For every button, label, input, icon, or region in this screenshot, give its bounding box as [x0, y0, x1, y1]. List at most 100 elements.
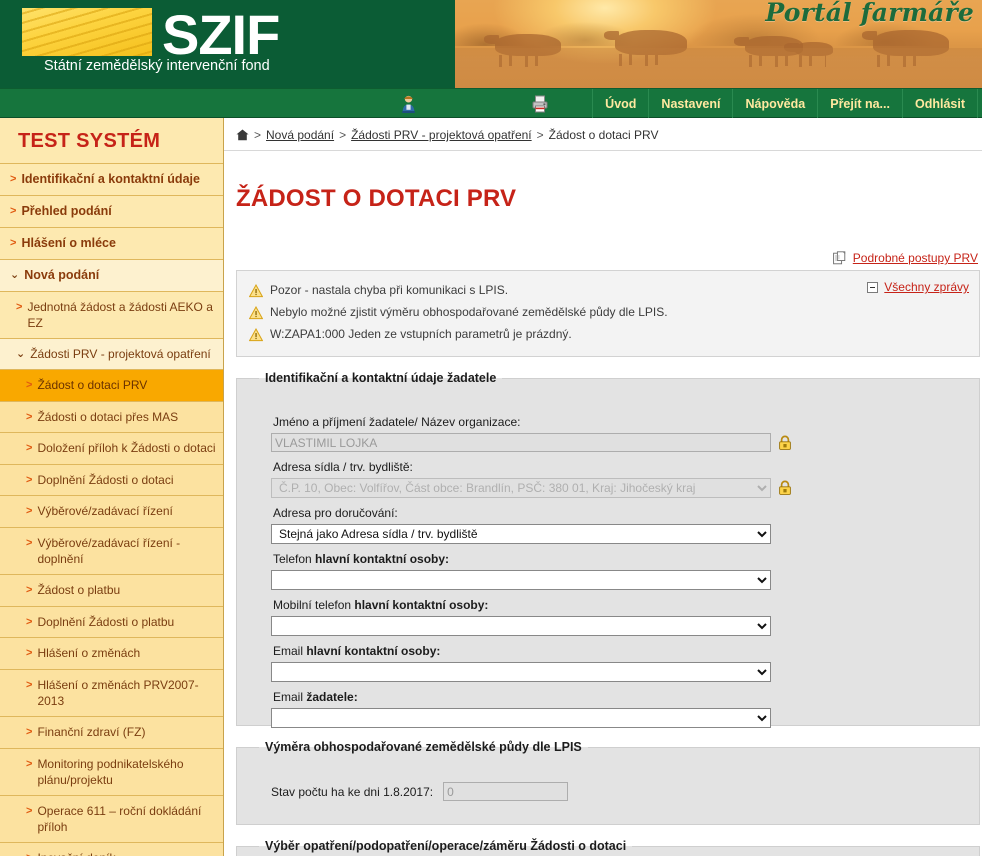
sidebar-item-19[interactable]: > Inovační deník [0, 842, 223, 856]
nav-link-prejit-na[interactable]: Přejít na... [817, 89, 902, 119]
sidebar-item-10[interactable]: > Výběrové/zadávací řízení [0, 495, 223, 527]
sidebar-item-18[interactable]: > Operace 611 – roční dokládání příloh [0, 795, 223, 843]
chevron-right-icon: > [10, 204, 17, 217]
sidebar-item-label: Jednotná žádost a žádosti AEKO a EZ [27, 299, 213, 330]
nav-link-napoveda[interactable]: Nápověda [732, 89, 817, 119]
contact-email-select[interactable] [271, 662, 771, 683]
sidebar-item-label: Výběrové/zadávací řízení - doplnění [37, 535, 181, 567]
sidebar-item-3[interactable]: ⌄ Nová podání [0, 258, 223, 291]
breadcrumb-separator-3: > [536, 128, 544, 142]
nav-icon-group [0, 89, 573, 119]
sidebar-item-label: Žádosti o dotaci přes MAS [37, 409, 179, 424]
message-text: W:ZAPA1:000 Jeden ze vstupních parametrů… [270, 327, 572, 342]
site-header: Portál farmáře SZIF Státní zemědělský in… [0, 0, 982, 88]
seat-address-select: Č.P. 10, Obec: Volfířov, Část obce: Bran… [271, 478, 771, 499]
chevron-right-icon: > [26, 379, 33, 392]
chevron-right-icon: > [26, 757, 33, 770]
section-measure-selection: Výběr opatření/podopatření/operace/záměr… [236, 839, 980, 856]
szif-logo[interactable]: SZIF Státní zemědělský intervenční fond [22, 3, 280, 74]
mobile-select[interactable] [271, 616, 771, 637]
sidebar-item-13[interactable]: > Doplnění Žádosti o platbu [0, 605, 223, 638]
lock-icon [777, 480, 793, 496]
nav-link-odhlasit[interactable]: Odhlásit [901, 89, 978, 119]
sidebar-item-16[interactable]: > Finanční zdraví (FZ) [0, 716, 223, 748]
delivery-address-select[interactable]: Stejná jako Adresa sídla / trv. bydliště [271, 524, 771, 545]
collapse-icon[interactable] [867, 281, 879, 293]
sidebar-item-7[interactable]: > Žádosti o dotaci přes MAS [0, 400, 223, 433]
field-applicant-name-block: Jméno a příjmení žadatele/ Název organiz… [249, 391, 967, 453]
sidebar-item-label: Hlášení o mléce [21, 235, 116, 250]
sidebar-item-label: Finanční zdraví (FZ) [37, 725, 146, 740]
field-delivery-address-row: Stejná jako Adresa sídla / trv. bydliště [271, 524, 967, 545]
all-messages-link[interactable]: Všechny zprávy [884, 280, 969, 294]
farmer-icon[interactable] [375, 89, 441, 119]
sidebar-item-1[interactable]: > Přehled podání [0, 194, 223, 227]
sidebar-item-14[interactable]: > Hlášení o změnách [0, 637, 223, 669]
sidebar-item-label: Monitoring podnikatelského plánu/projekt… [37, 756, 184, 787]
doc-link-row: Podrobné postupy PRV [224, 233, 982, 270]
message-row: Nebylo možné zjistit výměru obhospodařov… [247, 302, 969, 324]
phone-select[interactable] [271, 570, 771, 591]
warning-icon [248, 328, 264, 342]
sidebar-item-17[interactable]: > Monitoring podnikatelského plánu/projek… [0, 747, 223, 795]
sidebar-item-15[interactable]: > Hlášení o změnách PRV2007-2013 [0, 668, 223, 717]
chevron-right-icon: > [26, 584, 33, 597]
field-seat-address-label: Adresa sídla / trv. bydliště: [273, 460, 413, 475]
sidebar-item-6[interactable]: > Žádost o dotaci PRV [0, 369, 223, 401]
field-ha-label: Stav počtu ha ke dni 1.8.2017: [271, 784, 434, 799]
field-contact-email-label: Email hlavní kontaktní osoby: [273, 644, 441, 659]
nav-link-uvod[interactable]: Úvod [592, 89, 648, 119]
sidebar-item-4[interactable]: > Jednotná žádost a žádosti AEKO a EZ [0, 290, 223, 338]
sidebar-item-11[interactable]: > Výběrové/zadávací řízení - doplnění [0, 526, 223, 575]
test-system-banner: TEST SYSTÉM [18, 130, 161, 152]
sidebar-item-0[interactable]: > Identifikační a kontaktní údaje [0, 163, 223, 195]
page-title: ŽÁDOST O DOTACI PRV [236, 185, 517, 213]
sidebar-item-label: Žádost o dotaci PRV [37, 378, 148, 393]
field-phone-row [271, 570, 967, 591]
chevron-down-icon: ⌄ [16, 347, 26, 360]
sidebar-item-label: Žádosti PRV - projektová opatření [30, 346, 211, 361]
home-icon[interactable] [236, 129, 249, 141]
detailed-procedures-link[interactable]: Podrobné postupy PRV [853, 251, 978, 265]
sidebar-item-9[interactable]: > Doplnění Žádosti o dotaci [0, 463, 223, 496]
message-text: Pozor - nastala chyba při komunikaci s L… [270, 283, 509, 298]
chevron-right-icon: > [26, 473, 33, 486]
field-contact-email-block: Email hlavní kontaktní osoby: [249, 642, 967, 683]
chevron-right-icon: > [26, 615, 33, 628]
warning-icon [248, 306, 264, 320]
chevron-right-icon: > [26, 678, 33, 691]
brand-subtitle: Státní zemědělský intervenční fond [44, 58, 270, 74]
sidebar: TEST SYSTÉM > Identifikační a kontaktní ú… [0, 118, 224, 856]
nav-link-nastaveni[interactable]: Nastavení [648, 89, 732, 119]
messages-panel: Všechny zprávy Pozor - nastala chyba při… [236, 270, 980, 358]
sidebar-item-2[interactable]: > Hlášení o mléce [0, 226, 223, 259]
field-delivery-address-block: Adresa pro doručování: Stejná jako Adres… [249, 504, 967, 545]
chevron-right-icon: > [26, 805, 33, 817]
field-delivery-address-label: Adresa pro doručování: [273, 506, 398, 521]
sidebar-item-8[interactable]: > Doložení příloh k Žádosti o dotaci [0, 432, 223, 464]
chevron-right-icon: > [26, 505, 33, 518]
field-applicant-email-block: Email žadatele: [249, 688, 967, 729]
field-phone-label: Telefon hlavní kontaktní osoby: [273, 552, 450, 567]
main-content: > Nová podání > Žádosti PRV - projektová… [224, 118, 982, 856]
sidebar-item-5[interactable]: ⌄ Žádosti PRV - projektová opatření [0, 337, 223, 370]
sidebar-item-label: Operace 611 – roční dokládání příloh [37, 804, 202, 835]
lock-icon [777, 435, 793, 451]
field-applicant-email-row [271, 708, 967, 729]
breadcrumb-separator-2: > [339, 128, 347, 142]
sidebar-item-label: Výběrové/zadávací řízení [37, 504, 173, 519]
message-list: Pozor - nastala chyba při komunikaci s L… [247, 280, 969, 346]
message-row: W:ZAPA1:000 Jeden ze vstupních parametrů… [247, 324, 969, 346]
breadcrumb-item-nova-podani[interactable]: Nová podání [266, 128, 334, 142]
chevron-down-icon: ⌄ [10, 268, 20, 281]
chevron-right-icon: > [16, 300, 23, 313]
sidebar-item-label: Doplnění Žádosti o platbu [37, 614, 175, 629]
breadcrumb-item-zadosti-prv[interactable]: Žádosti PRV - projektová opatření [351, 128, 532, 142]
message-text: Nebylo možné zjistit výměru obhospodařov… [270, 305, 668, 320]
field-mobile-label: Mobilní telefon hlavní kontaktní osoby: [273, 598, 489, 613]
main-navigation: Úvod Nastavení Nápověda Přejít na... Odh… [0, 88, 982, 119]
printer-icon[interactable] [507, 89, 573, 119]
applicant-email-select[interactable] [271, 708, 771, 729]
documents-icon[interactable] [832, 251, 848, 265]
sidebar-item-12[interactable]: > Žádost o platbu [0, 574, 223, 606]
